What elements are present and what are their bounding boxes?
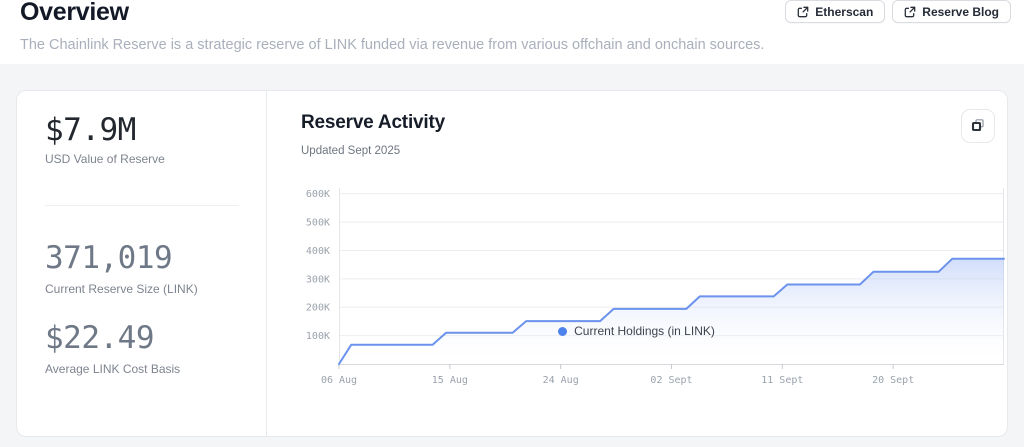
page-header: Overview The Chainlink Reserve is a stra… (0, 0, 1024, 64)
svg-text:02 Sept: 02 Sept (650, 375, 692, 386)
reserve-blog-button[interactable]: Reserve Blog (892, 0, 1011, 23)
svg-text:600K: 600K (306, 189, 330, 200)
reserve-size-stat: 371,019 (45, 240, 172, 276)
usd-value-stat: $7.9M (45, 112, 136, 148)
legend-dot (558, 327, 567, 336)
overview-card: $7.9M USD Value of Reserve 371,019 Curre… (16, 90, 1008, 437)
svg-text:500K: 500K (306, 218, 330, 229)
page-subtitle: The Chainlink Reserve is a strategic res… (20, 37, 764, 53)
svg-text:400K: 400K (306, 246, 330, 257)
svg-text:15 Aug: 15 Aug (432, 375, 468, 386)
etherscan-button[interactable]: Etherscan (785, 0, 885, 23)
external-link-icon (904, 6, 916, 18)
svg-text:300K: 300K (306, 274, 330, 285)
usd-value-stat-label: USD Value of Reserve (45, 152, 165, 166)
chart-subtitle: Updated Sept 2025 (301, 145, 400, 157)
stats-column: $7.9M USD Value of Reserve 371,019 Curre… (17, 91, 267, 436)
svg-text:11 Sept: 11 Sept (761, 375, 803, 386)
reserve-activity-panel: Reserve Activity Updated Sept 2025 100K2… (266, 91, 1007, 436)
legend-item-current-holdings[interactable]: Current Holdings (in LINK) (266, 324, 1007, 338)
svg-text:24 Aug: 24 Aug (543, 375, 579, 386)
svg-text:20 Sept: 20 Sept (872, 375, 914, 386)
reserve-blog-button-label: Reserve Blog (922, 5, 999, 19)
cost-basis-stat-label: Average LINK Cost Basis (45, 362, 180, 376)
chart-title: Reserve Activity (301, 112, 445, 134)
header-actions: Etherscan Reserve Blog (785, 0, 1011, 23)
reserve-activity-chart[interactable]: 100K200K300K400K500K600K06 Aug15 Aug24 A… (266, 161, 1007, 393)
external-link-icon (797, 6, 809, 18)
copy-icon (971, 118, 985, 135)
legend-label: Current Holdings (in LINK) (574, 324, 715, 338)
etherscan-button-label: Etherscan (815, 5, 873, 19)
page-title: Overview (20, 0, 129, 27)
svg-text:06 Aug: 06 Aug (321, 375, 357, 386)
reserve-size-stat-label: Current Reserve Size (LINK) (45, 282, 198, 296)
cost-basis-stat: $22.49 (45, 320, 154, 356)
chart-view-toggle-button[interactable] (961, 109, 995, 143)
stats-divider (45, 205, 239, 206)
svg-text:200K: 200K (306, 303, 330, 314)
